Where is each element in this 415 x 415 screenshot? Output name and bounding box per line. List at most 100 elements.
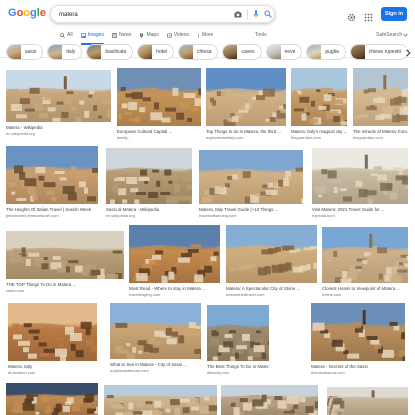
result-thumbnail[interactable]: [311, 303, 405, 361]
news-icon: [111, 32, 117, 38]
camera-icon[interactable]: [233, 9, 243, 19]
result-thumbnail[interactable]: [221, 385, 318, 415]
chip-thumbnail: [48, 45, 63, 59]
result-title[interactable]: Must Read - Where to stay in Matera ...: [129, 286, 220, 291]
safesearch-button[interactable]: SafeSearch: [376, 29, 408, 41]
tab-label: Images: [87, 32, 104, 38]
result-title[interactable]: Matera, Italy: [8, 364, 97, 369]
chip-caves[interactable]: caves: [222, 44, 262, 60]
chip-hotel[interactable]: hotel: [137, 44, 175, 60]
tab-label: All: [67, 32, 73, 38]
chip-label: caves: [241, 49, 255, 55]
result-title[interactable]: Sassi di Matera - Wikipedia: [106, 207, 192, 212]
tab-label: Maps: [146, 32, 159, 38]
result-source: en.wikipedia.org: [106, 213, 135, 218]
result-source: en.wikipedia.org: [6, 131, 35, 136]
result-thumbnail[interactable]: [291, 68, 347, 126]
result-title[interactable]: Matera: A Spectacular City of Stone ...: [226, 286, 317, 291]
result-thumbnail[interactable]: [322, 227, 408, 283]
result-thumbnail[interactable]: [312, 148, 408, 204]
tab-label: News: [118, 32, 132, 38]
result-thumbnail[interactable]: [226, 225, 317, 283]
chip-chiesa[interactable]: chiesa: [178, 44, 219, 60]
result-thumbnail[interactable]: [6, 383, 98, 415]
tools-button[interactable]: Tools: [255, 29, 267, 41]
chip-thumbnail: [266, 45, 281, 59]
result-title[interactable]: The Best Things To Do in Matera | Italy …: [207, 364, 269, 369]
result-source: theguardian.com: [353, 135, 383, 140]
chip-label: chiesa: [197, 49, 212, 55]
result-title[interactable]: The Heights Of Italian Travel | Jewish W…: [6, 207, 98, 212]
search-input[interactable]: [59, 9, 219, 20]
tab-more[interactable]: More: [197, 29, 213, 41]
video-icon: [166, 33, 172, 37]
search-icon[interactable]: [263, 9, 273, 19]
result-title[interactable]: Matera, Italy Travel Guide [+10 Things .…: [199, 207, 303, 212]
microphone-icon[interactable]: [251, 9, 261, 19]
result-source: hotels.com: [322, 292, 342, 297]
chip-italy[interactable]: italy: [47, 44, 83, 60]
result-title[interactable]: Matera: Italy's magical city ...: [291, 129, 347, 134]
result-thumbnail[interactable]: [6, 146, 98, 204]
tab-news[interactable]: News: [111, 29, 132, 41]
result-title[interactable]: THE TOP Things To Do in Matera ...: [6, 282, 124, 287]
tab-maps[interactable]: Maps: [139, 29, 159, 41]
result-title[interactable]: European Cultural Capital ...: [117, 129, 201, 134]
google-logo[interactable]: Google: [8, 7, 46, 19]
result-thumbnail[interactable]: [104, 385, 217, 415]
result-thumbnail[interactable]: [106, 148, 192, 204]
apps-grid-icon[interactable]: [364, 9, 373, 27]
result-source: afternily.com: [207, 370, 230, 375]
result-source: theroadtourna.com: [311, 370, 345, 375]
result-title[interactable]: Matera - Secrets of the Sassi: [311, 364, 405, 369]
result-source: travelsofilanning.com: [199, 213, 237, 218]
chip-sassi[interactable]: sassi: [6, 44, 44, 60]
chip-basilicata[interactable]: basilicata: [86, 44, 134, 60]
tab-videos[interactable]: Videos: [166, 29, 189, 41]
result-thumbnail[interactable]: [8, 303, 97, 361]
result-thumbnail[interactable]: [199, 150, 303, 204]
result-thumbnail[interactable]: [207, 305, 269, 361]
chip-puglia[interactable]: puglia: [306, 44, 346, 60]
chevron-right-icon[interactable]: [403, 48, 413, 58]
sign-in-button[interactable]: Sign in: [381, 7, 407, 21]
result-title[interactable]: The miracle of Matera: from...: [353, 129, 408, 134]
gear-icon[interactable]: [347, 9, 356, 27]
safesearch-label: SafeSearch: [376, 32, 403, 38]
result-thumbnail[interactable]: [353, 68, 408, 126]
chip-label: basilicata: [105, 49, 127, 55]
chip-label: puglia: [325, 49, 339, 55]
result-thumbnail[interactable]: [110, 303, 201, 359]
result-title[interactable]: Closest Hotels to Viewpoint of Matera ..…: [322, 286, 408, 291]
result-thumbnail[interactable]: [129, 225, 220, 283]
result-title[interactable]: Visit Matera: 2021 Travel Guide for ...: [312, 207, 408, 212]
result-thumbnail[interactable]: [6, 70, 111, 122]
search-tabs: All Images News Maps Videos More: [60, 29, 221, 45]
result-source: travelbloging.com: [129, 292, 161, 297]
tab-all[interactable]: All: [60, 29, 73, 41]
result-source: exploretraveltaly.com: [206, 135, 244, 140]
result-source: pugliacanalitours.com: [110, 368, 149, 373]
tab-images[interactable]: Images: [80, 29, 105, 45]
chip-chiese-rupestri[interactable]: chiese rupestri: [349, 44, 406, 60]
result-source: theguardian.com: [291, 135, 321, 140]
result-source: mooserhedtravel.com: [226, 292, 265, 297]
chip-neve[interactable]: neve: [265, 44, 303, 60]
result-title[interactable]: Matera - Wikipedia: [6, 125, 111, 130]
chevron-down-icon: [403, 33, 408, 37]
result-title[interactable]: Top Things to do in Matera, the third ..…: [206, 129, 286, 134]
related-search-chips: sassi italy basilicata hotel chiesa cave…: [6, 44, 406, 60]
image-icon: [80, 32, 86, 38]
more-vert-icon: [197, 32, 199, 38]
chip-label: chiese rupestri: [368, 49, 402, 55]
chip-thumbnail: [179, 45, 194, 59]
result-source: jewishweek.timesofisrael.com: [6, 213, 59, 218]
chip-label: sassi: [25, 49, 37, 55]
result-title[interactable]: What to See in Matera - City of Sassi ..…: [110, 362, 201, 367]
result-thumbnail[interactable]: [117, 68, 201, 126]
chip-thumbnail: [87, 45, 102, 59]
result-thumbnail[interactable]: [206, 68, 286, 126]
result-thumbnail[interactable]: [6, 231, 124, 279]
chip-thumbnail: [350, 45, 365, 59]
result-thumbnail[interactable]: [327, 387, 408, 415]
